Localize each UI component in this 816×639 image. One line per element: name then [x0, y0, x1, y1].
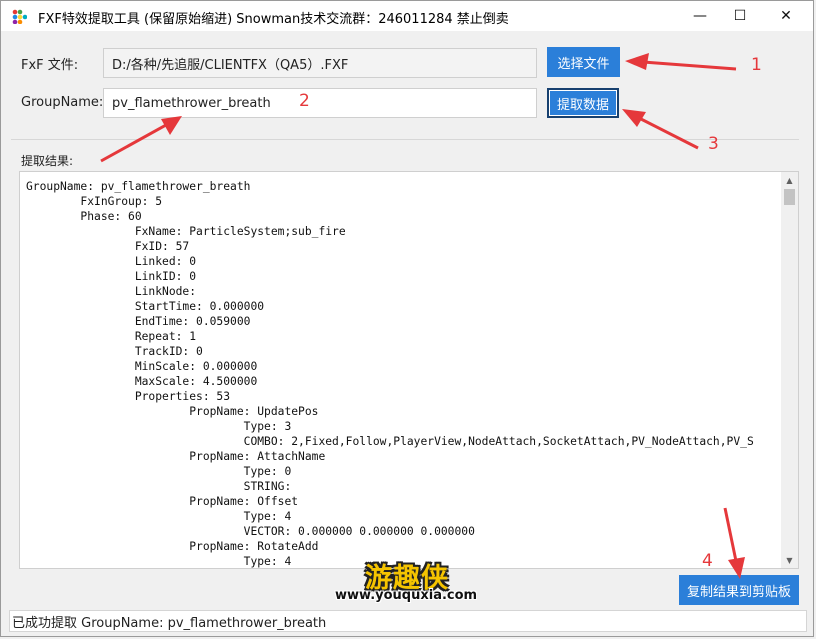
result-line: VECTOR: 0.000000 0.000000 0.000000: [243, 525, 475, 538]
result-line: Type: 4: [243, 555, 292, 568]
arrow-1-icon: [642, 60, 737, 71]
maximize-button[interactable]: ☐: [717, 1, 763, 31]
separator: [11, 139, 799, 140]
result-line: STRING:: [243, 480, 292, 493]
result-line: MinScale: 0.000000: [134, 360, 258, 373]
result-line: LinkID: 0: [134, 270, 197, 283]
result-label: 提取结果:: [21, 154, 74, 168]
scroll-down-icon[interactable]: ▼: [781, 552, 798, 568]
watermark-url: www.youquxia.com: [335, 588, 478, 603]
result-text: GroupName: pv_flamethrower_breath FxInGr…: [20, 172, 798, 568]
result-line: FxInGroup: 5: [80, 195, 163, 208]
close-icon: ✕: [780, 8, 792, 24]
result-line: Phase: 60: [80, 210, 142, 223]
title-bar: FXF特效提取工具 (保留原始缩进) Snowman技术交流群：24601128…: [1, 1, 813, 31]
result-line: PropName: UpdatePos: [189, 405, 319, 418]
maximize-icon: ☐: [733, 8, 747, 24]
result-line: Type: 4: [243, 510, 292, 523]
annotation-2: 2: [299, 91, 310, 111]
extract-data-button[interactable]: 提取数据: [547, 88, 619, 118]
arrow-3-head-icon: [622, 109, 646, 127]
fxf-path-field[interactable]: D:/各种/先追服/CLIENTFX（QA5）.FXF: [103, 48, 537, 78]
vertical-scrollbar[interactable]: ▲ ▼: [781, 172, 798, 568]
result-line: MaxScale: 4.500000: [134, 375, 258, 388]
arrow-3-icon: [638, 116, 699, 150]
result-line: StartTime: 0.000000: [134, 300, 265, 313]
scroll-thumb[interactable]: [784, 189, 795, 205]
app-icon: [12, 9, 27, 24]
arrow-1-head-icon: [625, 53, 649, 70]
close-button[interactable]: ✕: [763, 1, 809, 31]
status-bar: 已成功提取 GroupName: pv_flamethrower_breath: [9, 610, 807, 632]
annotation-3: 3: [708, 134, 719, 154]
copy-to-clipboard-button[interactable]: 复制结果到剪贴板: [679, 575, 799, 605]
annotation-1: 1: [751, 55, 762, 75]
result-line: GroupName: pv_flamethrower_breath: [26, 180, 251, 193]
result-line: COMBO: 2,Fixed,Follow,PlayerView,NodeAtt…: [243, 435, 754, 448]
result-line: Repeat: 1: [134, 330, 197, 343]
arrow-2-head-icon: [161, 116, 182, 135]
result-line: Type: 3: [243, 420, 292, 433]
app-window: FXF特效提取工具 (保留原始缩进) Snowman技术交流群：24601128…: [0, 0, 814, 637]
fxf-file-label: FxF 文件:: [21, 58, 79, 73]
result-line: TrackID: 0: [134, 345, 203, 358]
annotation-4: 4: [702, 551, 713, 571]
select-file-button[interactable]: 选择文件: [547, 47, 620, 77]
result-line: Type: 0: [243, 465, 292, 478]
arrow-2-icon: [100, 123, 167, 163]
minimize-icon: —: [693, 8, 707, 24]
group-name-input[interactable]: pv_flamethrower_breath: [103, 88, 537, 118]
result-line: Properties: 53: [134, 390, 231, 403]
result-line: FxName: ParticleSystem;sub_fire: [134, 225, 346, 238]
result-textarea[interactable]: GroupName: pv_flamethrower_breath FxInGr…: [19, 171, 799, 569]
group-name-label: GroupName:: [21, 95, 104, 110]
window-title: FXF特效提取工具 (保留原始缩进) Snowman技术交流群：24601128…: [38, 12, 509, 27]
result-line: PropName: RotateAdd: [189, 540, 319, 553]
result-line: FxID: 57: [134, 240, 190, 253]
scroll-up-icon[interactable]: ▲: [781, 172, 798, 188]
result-line: PropName: AttachName: [189, 450, 326, 463]
result-line: EndTime: 0.059000: [134, 315, 251, 328]
watermark-logo: 游趣侠 www.youquxia.com: [331, 556, 521, 608]
result-line: LinkNode:: [134, 285, 197, 298]
result-line: PropName: Offset: [189, 495, 299, 508]
status-text: 已成功提取 GroupName: pv_flamethrower_breath: [12, 615, 327, 631]
result-line: Linked: 0: [134, 255, 197, 268]
